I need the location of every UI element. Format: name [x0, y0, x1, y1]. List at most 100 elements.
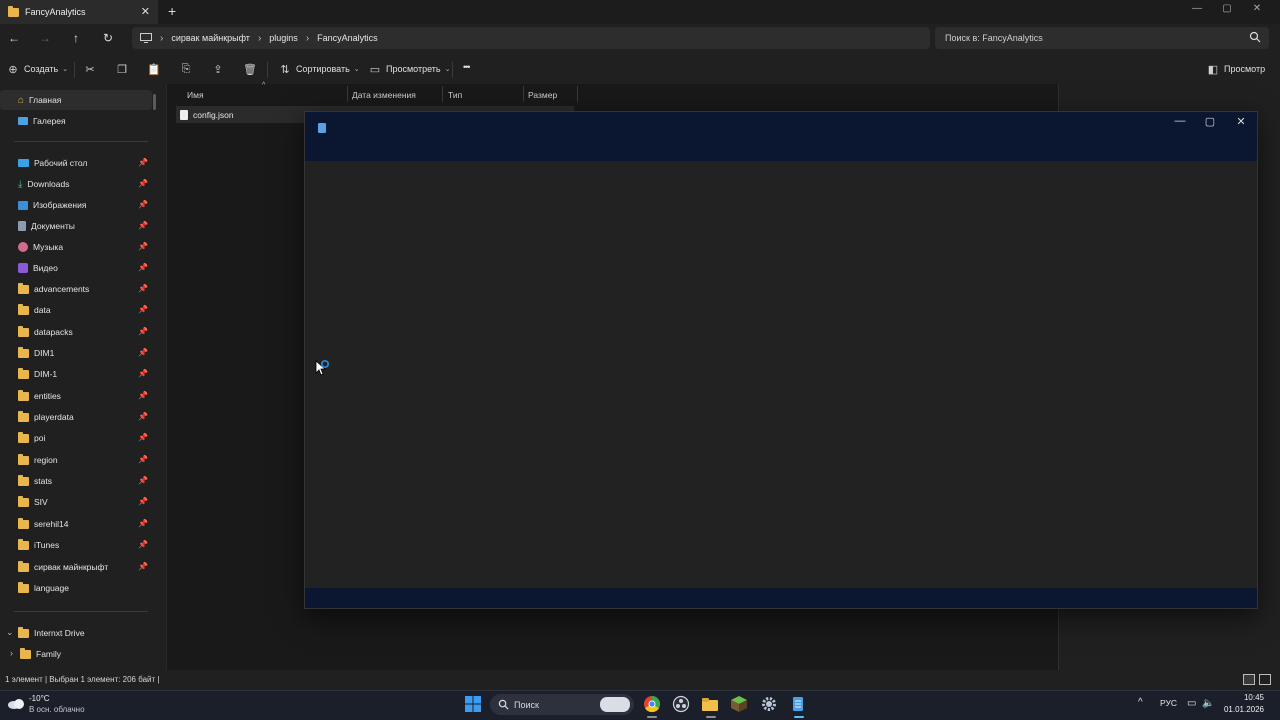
sidebar-item-label: SIV [34, 497, 48, 507]
close-tab-icon[interactable]: ✕ [141, 5, 150, 18]
sidebar-item-folder[interactable]: poi 📌 [0, 428, 152, 448]
sidebar-item-downloads[interactable]: ⤓ Downloads 📌 [0, 174, 152, 194]
sidebar-item-documents[interactable]: Документы 📌 [0, 216, 152, 236]
download-icon: ⤓ [18, 178, 23, 190]
search-icon[interactable] [1249, 31, 1261, 43]
settings-gear-icon[interactable] [760, 695, 778, 713]
back-arrow-icon[interactable]: ← [6, 30, 22, 46]
column-header-date[interactable]: Дата изменения [352, 88, 416, 102]
windows-start-icon[interactable] [465, 696, 481, 712]
sidebar-item-folder[interactable]: language [0, 578, 152, 598]
view-button[interactable]: ▭ Просмотреть ⌄ [368, 62, 451, 76]
network-icon[interactable]: ▭ [1187, 698, 1196, 709]
preview-pane-button[interactable]: ◧ Просмотр [1206, 62, 1265, 76]
breadcrumb-item[interactable]: сирвак майнкрыфт [171, 33, 250, 43]
sidebar-item-drive[interactable]: ⌄ Internxt Drive [0, 623, 152, 643]
column-header-type[interactable]: Тип [448, 88, 462, 102]
pictures-icon [18, 200, 28, 210]
sidebar-item-folder[interactable]: datapacks 📌 [0, 322, 152, 342]
sidebar-item-desktop[interactable]: Рабочий стол 📌 [0, 153, 152, 173]
notepad-icon[interactable] [789, 695, 807, 713]
tab-fancyanalytics[interactable]: FancyAnalytics ✕ [0, 0, 158, 24]
cloud-icon[interactable] [6, 696, 26, 710]
clock-time[interactable]: 10:45 [1240, 693, 1264, 702]
share-icon[interactable]: ⇪ [211, 62, 225, 76]
weather-temperature[interactable]: -10°C [29, 694, 50, 703]
sidebar-item-folder[interactable]: DIM1 📌 [0, 343, 152, 363]
refresh-icon[interactable]: ↻ [100, 30, 116, 46]
sidebar-item-gallery[interactable]: Галерея [0, 111, 152, 131]
column-divider[interactable] [442, 86, 443, 102]
loading-app-window[interactable]: — ▢ ✕ [304, 111, 1258, 609]
column-header-size[interactable]: Размер [528, 88, 557, 102]
breadcrumb-item[interactable]: FancyAnalytics [317, 33, 378, 43]
details-view-icon[interactable] [1243, 674, 1255, 685]
sidebar-item-folder[interactable]: entities 📌 [0, 386, 152, 406]
cut-icon[interactable]: ✂ [83, 62, 97, 76]
volume-icon[interactable]: 🔈 [1202, 698, 1214, 709]
maximize-icon[interactable]: ▢ [1219, 3, 1235, 14]
sidebar-item-folder[interactable]: data 📌 [0, 300, 152, 320]
sidebar-item-label: region [34, 455, 58, 465]
column-header-name[interactable]: Имя [187, 88, 204, 102]
rename-icon[interactable]: ⎘ [179, 62, 193, 76]
breadcrumb-item[interactable]: plugins [269, 33, 298, 43]
sidebar-item-label: data [34, 305, 51, 315]
minecraft-launcher-icon[interactable] [730, 695, 748, 713]
sidebar-item-folder[interactable]: advancements 📌 [0, 279, 152, 299]
sidebar-item-folder[interactable]: playerdata 📌 [0, 407, 152, 427]
folder-icon [18, 325, 29, 337]
sidebar-item-pictures[interactable]: Изображения 📌 [0, 195, 152, 215]
sidebar-item-folder[interactable]: stats 📌 [0, 471, 152, 491]
create-button[interactable]: ⊕ Создать ⌄ [6, 62, 68, 76]
chrome-icon[interactable] [643, 695, 661, 713]
file-explorer-icon[interactable] [701, 695, 719, 713]
column-divider[interactable] [347, 86, 348, 102]
sidebar-item-label: entities [34, 391, 61, 401]
forward-arrow-icon[interactable]: → [37, 30, 53, 46]
sidebar-item-folder[interactable]: сирвак майнкрыфт 📌 [0, 557, 152, 577]
close-window-icon[interactable]: ✕ [1249, 3, 1265, 14]
paste-icon[interactable]: 📋 [147, 62, 161, 76]
address-bar[interactable]: › сирвак майнкрыфт › plugins › FancyAnal… [132, 27, 930, 49]
sidebar-item-music[interactable]: Музыка 📌 [0, 237, 152, 257]
sidebar-item-folder[interactable]: › Family [0, 644, 152, 664]
chevron-right-icon: › [305, 32, 310, 44]
delete-icon[interactable]: 🗑 [243, 62, 257, 76]
column-divider[interactable] [523, 86, 524, 102]
sidebar-item-folder[interactable]: iTunes 📌 [0, 535, 152, 555]
clock-date[interactable]: 01.01.2026 [1220, 705, 1264, 714]
sidebar-item-folder[interactable]: region 📌 [0, 450, 152, 470]
sort-button[interactable]: ⇅ Сортировать ⌄ [278, 62, 359, 76]
minimize-icon[interactable]: — [1189, 3, 1205, 14]
language-indicator[interactable]: РУС [1160, 698, 1177, 708]
app-title-bar[interactable]: — ▢ ✕ [305, 112, 1257, 161]
search-input[interactable]: Поиск в: FancyAnalytics [935, 27, 1269, 49]
pin-icon: 📌 [138, 179, 148, 188]
tiles-view-icon[interactable] [1259, 674, 1271, 685]
more-options-button[interactable]: ••• [463, 62, 471, 72]
column-divider[interactable] [577, 86, 578, 102]
navigation-pane: ⌂ Главная Галерея Рабочий стол 📌 ⤓ Downl… [0, 88, 158, 670]
sidebar-item-label: Видео [33, 263, 58, 273]
weather-description[interactable]: В осн. облачно [29, 705, 85, 714]
up-arrow-icon[interactable]: ↑ [68, 30, 84, 46]
sidebar-item-videos[interactable]: Видео 📌 [0, 258, 152, 278]
sidebar-scrollbar[interactable] [153, 94, 156, 110]
copy-icon[interactable]: ❐ [115, 62, 129, 76]
obs-icon[interactable] [672, 695, 690, 713]
sidebar-item-home[interactable]: ⌂ Главная [0, 90, 152, 110]
new-tab-button[interactable]: + [168, 3, 176, 19]
sidebar-item-folder[interactable]: SIV 📌 [0, 492, 152, 512]
pin-icon: 📌 [138, 200, 148, 209]
close-icon[interactable]: ✕ [1232, 115, 1250, 128]
sidebar-item-label: Музыка [33, 242, 64, 252]
sidebar-item-folder[interactable]: DIM-1 📌 [0, 364, 152, 384]
chevron-up-icon[interactable]: ^ [1138, 697, 1143, 708]
chevron-right-icon: › [257, 32, 262, 44]
maximize-icon[interactable]: ▢ [1201, 115, 1219, 128]
sidebar-item-label: serehil14 [34, 519, 69, 529]
minimize-icon[interactable]: — [1171, 115, 1189, 127]
sidebar-item-folder[interactable]: serehil14 📌 [0, 514, 152, 534]
taskbar-search[interactable]: Поиск [490, 694, 634, 715]
